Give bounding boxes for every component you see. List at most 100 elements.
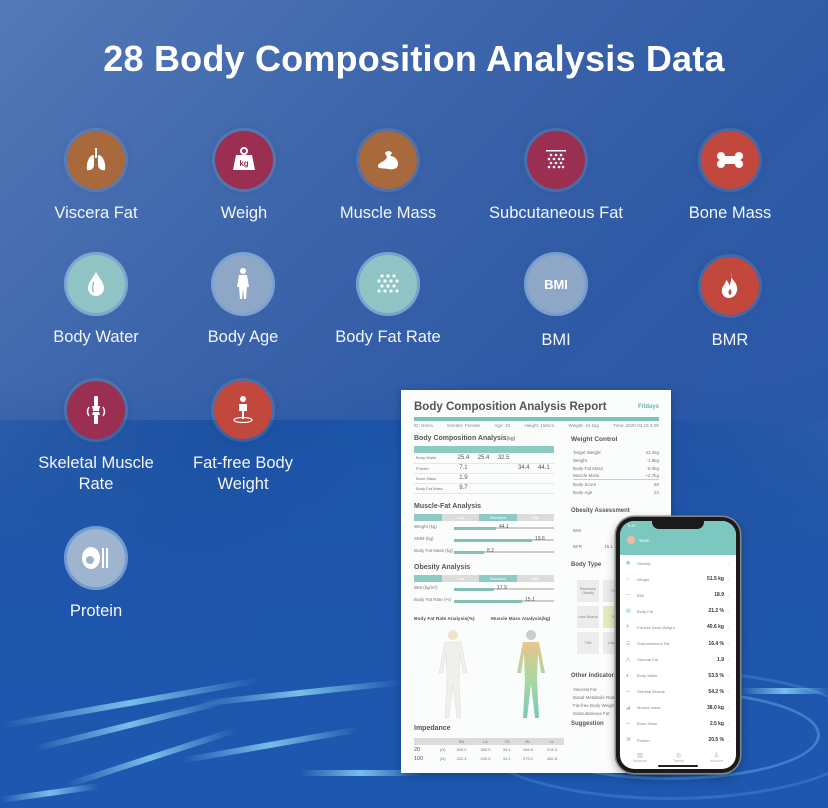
metric-value: 20.5 % [708,737,724,744]
feature-bmr: BMR [645,257,815,351]
dots-grid-icon [359,255,417,313]
metric-list: ◉ Obesity ⌄ ⌂ Weight 51.5 kg ⌄ — BMI 18.9 ⌄ ▤ Body F… [620,555,736,748]
chevron-down-icon: ⌄ [726,737,730,743]
metric-value: 53.5 % [708,672,724,679]
section-muscle-fat-title: Muscle-Fat Analysis [414,503,482,510]
meta-gender: Gender: Female [446,423,481,428]
bar-fill [454,526,496,530]
chevron-down-icon: ⌄ [726,673,730,679]
metric-row[interactable]: ⇿ Skeletal Muscle 54.2 % ⌄ [620,684,736,700]
metric-value: 21.2 % [708,608,724,615]
impedance-table: RA LA TR RL LL 20 (Ω) 345.0 350.5 33.4 266.6 … [414,738,564,763]
table-row: 20 (Ω) 345.0 350.5 33.4 266.6 294.0 [414,746,557,753]
chevron-down-icon: ⌄ [726,641,730,647]
table-row: Body Fat Mass 9.7 [414,483,554,494]
metric-name: Bone Mass [637,721,658,727]
person-on-target-icon [214,381,272,439]
feature-fat-free-body-weight: Fat-free Body Weight [158,381,328,495]
bar-label: Body Fat Rate (%) [414,597,452,602]
user-switcher[interactable]: Sean [627,536,650,544]
chevron-down-icon: ⌄ [726,608,730,614]
bar-label: SMM (kg) [414,536,434,541]
metric-row[interactable]: ☰ Subcutaneous Fat 16.4 % ⌄ [620,635,736,651]
section-composition-title: Body Composition Analysis(kg) [414,435,516,442]
feature-skeletal-muscle-rate: Skeletal Muscle Rate [11,381,181,495]
section-muscle-mass-analysis-title: Muscle Mass Analysis(kg) [491,617,551,622]
bar-fill [454,587,494,591]
metric-row[interactable]: ǂ Fat-free Body Weight 40.6 kg ⌄ [620,619,736,635]
smartphone: 9:41 Sean ◉ Obesity ⌄ ⌂ Weight 51.5 kg ⌄ — BMI 18… [616,517,740,773]
status-time: 9:41 [628,523,636,528]
chart-icon: ▥ [637,753,643,759]
metric-row[interactable]: ♦ Body Water 53.5 % ⌄ [620,668,736,684]
metric-value: 1.9 [717,656,724,663]
water-drop-icon [67,255,125,313]
chevron-down-icon: ⌄ [726,689,730,695]
section-obesity-analysis-title: Obesity Analysis [414,564,471,571]
feature-label: Subcutaneous Fat [489,204,623,222]
feature-protein: Protein [11,529,181,622]
feature-muscle-mass: Muscle Mass [303,131,473,224]
tab-measure[interactable]: ▥ Measure [633,752,647,763]
tab-account[interactable]: ♙ Account [710,752,723,763]
metric-value: 54.2 % [708,688,724,695]
report-brand: Fitdays [637,404,659,410]
metric-row[interactable]: — BMI 18.9 ⌄ [620,587,736,603]
feature-label: BMR [711,331,749,349]
metric-name: Visceral Fat [637,657,659,663]
bar-label: Weight (kg) [414,524,437,529]
meta-height: Height: 156cm [524,423,555,428]
tab-trends[interactable]: ◎ Trends [673,752,684,763]
feature-subcutaneous-fat: Subcutaneous Fat [471,131,641,224]
meta-id: ID: Norra [414,423,433,428]
flame-icon [701,257,759,315]
chevron-down-icon: ⌄ [726,705,730,711]
feature-viscera-fat: Viscera Fat [11,131,181,224]
bar-value: 44.1 [499,524,509,530]
feature-label: Bone Mass [688,204,772,222]
fat-dots-icon [527,131,585,189]
feature-label: BMI [541,331,571,349]
lungs-icon [67,131,125,189]
metric-value: 2.5 kg [709,720,724,727]
bar-value: 15.1 [525,597,535,603]
composition-table: Body Water 25.4 25.4 32.5 Protein 7.1 34.4 44.… [414,446,554,494]
chevron-down-icon: ⌄ [726,624,730,630]
metric-row[interactable]: ▤ Body Fat 21.2 % ⌄ [620,603,736,619]
metric-name: Body Water [637,673,658,679]
metric-row[interactable]: ⌂ Weight 51.5 kg ⌄ [620,571,736,587]
kg-weight-icon: kg [215,131,273,189]
bar-fill [454,550,484,554]
table-row: 100 (Ω) 322.4 330.5 31.2 279.2 282.8 [414,755,557,762]
bar-fill [454,538,532,542]
analysis-bar-row: Body Fat Rate (%) 15.1 [414,596,564,605]
analysis-bar-row: SMM (kg) 19.6 [414,535,564,544]
metric-row[interactable]: ⇿ Bone Mass 2.5 kg ⌄ [620,716,736,732]
phone-notch [652,521,704,529]
obesity-assessment-list: BMI BFR 15.1 [573,527,613,549]
svg-text:kg: kg [239,159,248,168]
metric-row[interactable]: ⌘ Protein 20.5 % ⌄ [620,732,736,748]
report-title: Body Composition Analysis Report [414,401,607,413]
trend-icon: ◎ [675,753,682,759]
table-row: Protein 7.1 34.4 44.1 [414,463,554,474]
metric-row[interactable]: ⋀ Visceral Fat 1.9 ⌄ [620,652,736,668]
feature-label: Fat-free Body Weight [193,454,293,493]
metric-name: Body Fat [637,608,654,614]
report-meta: ID: Norra Gender: Female Age: 23 Height:… [414,423,659,428]
light-streak [740,688,828,694]
feature-label: Muscle Mass [339,204,437,222]
joint-icon [67,381,125,439]
meta-time: Time: 2020.04.16 9:00 [613,423,659,428]
section-other-indicators-title: Other Indicators [571,673,618,679]
chevron-down-icon: ⌄ [726,576,730,582]
bar-value: 8.2 [487,548,494,554]
feature-label: Body Fat Rate [335,328,441,346]
report-header-bar [414,417,659,421]
meta-weight: Weight: 44.1kg [568,423,599,428]
metric-row[interactable]: ◉ Obesity ⌄ [620,555,736,571]
metric-row[interactable]: ◢ Muscle mass 38.0 kg ⌄ [620,700,736,716]
bone-icon [701,131,759,189]
chevron-down-icon: ⌄ [726,560,730,566]
feature-body-fat-rate: Body Fat Rate [303,255,473,348]
